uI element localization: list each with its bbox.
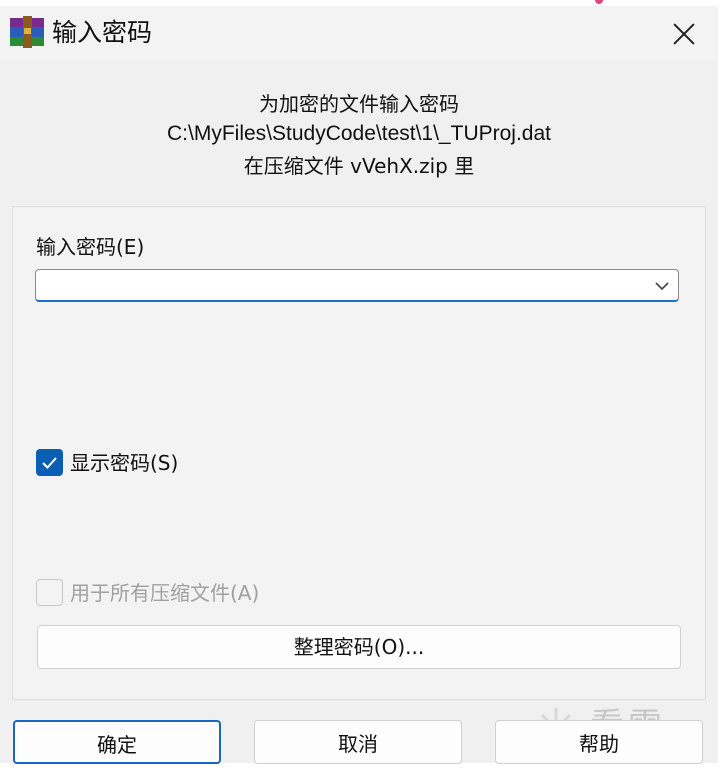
use-for-all-archives-checkbox — [36, 579, 63, 606]
password-dialog: 输入密码 为加密的文件输入密码 C:\MyFiles\StudyCode\tes… — [0, 6, 718, 763]
help-button[interactable]: 帮助 — [495, 720, 703, 764]
info-prompt: 为加密的文件输入密码 — [259, 92, 459, 116]
password-combobox[interactable] — [35, 269, 679, 302]
close-icon[interactable] — [668, 18, 700, 50]
password-input[interactable] — [40, 272, 644, 300]
show-password-label[interactable]: 显示密码(S) — [70, 449, 178, 477]
cancel-button[interactable]: 取消 — [254, 720, 462, 764]
winrar-icon — [10, 16, 44, 48]
chevron-down-icon[interactable] — [654, 278, 670, 294]
show-password-checkbox[interactable] — [36, 449, 63, 476]
info-file-path: C:\MyFiles\StudyCode\test\1\_TUProj.dat — [167, 122, 551, 145]
info-archive-name: 在压缩文件 vVehX.zip 里 — [243, 154, 475, 178]
title-bar: 输入密码 — [0, 6, 718, 60]
password-panel: 输入密码(E) 显示密码(S) 用于所有压缩文件(A) 整理密码(O)... — [12, 206, 706, 700]
checkmark-icon — [42, 457, 57, 469]
password-label: 输入密码(E) — [36, 235, 145, 259]
organize-passwords-button[interactable]: 整理密码(O)... — [37, 625, 681, 669]
use-for-all-archives-label: 用于所有压缩文件(A) — [70, 581, 260, 605]
window-title: 输入密码 — [52, 18, 153, 47]
ok-button[interactable]: 确定 — [13, 720, 221, 764]
